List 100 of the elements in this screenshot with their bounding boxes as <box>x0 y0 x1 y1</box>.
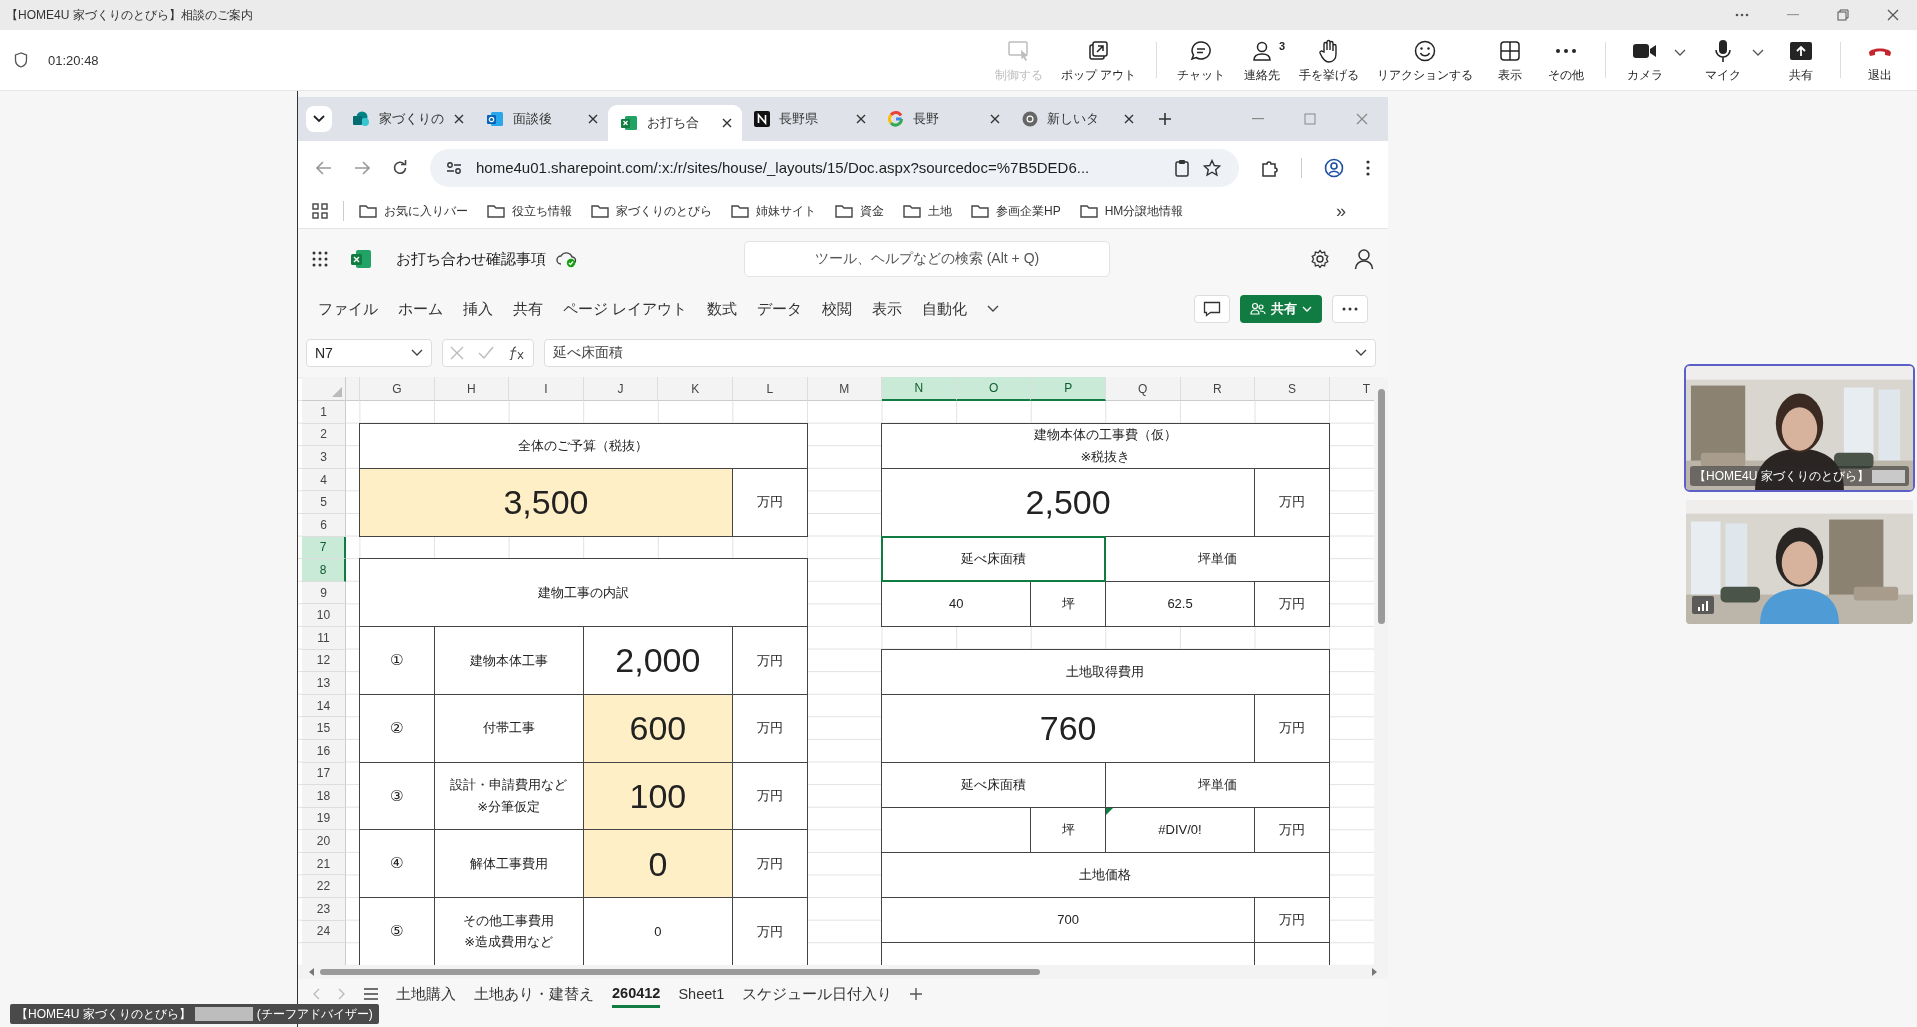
close-icon[interactable] <box>722 118 732 128</box>
share-button[interactable]: 共有 <box>1778 33 1824 87</box>
browser-tab[interactable]: 家づくりの <box>340 106 474 132</box>
column-header[interactable]: I <box>509 377 584 401</box>
reaction-button[interactable]: リアクションする <box>1373 33 1477 87</box>
leave-button[interactable]: 退出 <box>1857 33 1903 87</box>
ribbon-tab[interactable]: ファイル <box>318 299 378 319</box>
ribbon-tab[interactable]: データ <box>757 299 803 319</box>
account-icon[interactable] <box>1354 248 1374 270</box>
row-header[interactable]: 2 <box>302 423 346 447</box>
browser-tab[interactable]: 面談後 <box>474 106 608 132</box>
row-header[interactable]: 17 <box>302 762 346 786</box>
dropdown-caret-icon[interactable] <box>1752 49 1764 57</box>
profile-icon[interactable] <box>1324 157 1344 178</box>
close-icon[interactable] <box>856 114 866 124</box>
kebab-menu-icon[interactable] <box>1366 159 1370 176</box>
bookmark-star-icon[interactable] <box>1203 158 1221 177</box>
puzzle-icon[interactable] <box>1261 158 1279 177</box>
row-header[interactable]: 18 <box>302 785 346 808</box>
row-header[interactable]: 7 <box>302 536 346 560</box>
restore-icon[interactable] <box>1837 9 1849 21</box>
row-header[interactable]: 6 <box>302 513 346 537</box>
bookmark-folder[interactable]: 姉妹サイト <box>731 202 816 220</box>
bookmark-folder[interactable]: 役立ち情報 <box>487 202 572 220</box>
bookmark-folder[interactable]: HM分譲地情報 <box>1079 202 1184 220</box>
more-bookmarks-button[interactable]: » <box>1336 200 1374 222</box>
row-header[interactable]: 3 <box>302 446 346 469</box>
column-header[interactable]: P <box>1031 377 1106 401</box>
new-tab-icon[interactable] <box>1158 112 1172 126</box>
row-header[interactable]: 4 <box>302 468 346 492</box>
pop-out-button[interactable]: ポップ アウト <box>1056 33 1140 87</box>
column-header[interactable]: K <box>658 377 733 401</box>
browser-tab[interactable]: 長野 <box>876 106 1010 132</box>
app-launcher-icon[interactable] <box>312 251 328 267</box>
column-header[interactable]: R <box>1180 377 1256 401</box>
row-header[interactable]: 8 <box>302 559 346 582</box>
name-box[interactable]: N7 <box>306 339 432 367</box>
row-header[interactable]: 14 <box>302 694 346 718</box>
scrollbar-thumb[interactable] <box>1377 389 1385 624</box>
close-icon[interactable] <box>454 114 464 124</box>
ribbon-tab[interactable]: ページ レイアウト <box>563 299 688 319</box>
ribbon-tab[interactable]: 数式 <box>707 299 738 319</box>
settings-icon[interactable] <box>1310 249 1330 269</box>
sheet-tab[interactable]: Sheet1 <box>678 982 725 1006</box>
horizontal-scrollbar[interactable] <box>298 965 1388 979</box>
share-button[interactable]: 共有 <box>1240 295 1322 323</box>
ribbon-tab[interactable]: 表示 <box>872 299 903 319</box>
column-header[interactable]: M <box>807 377 883 401</box>
more-button[interactable]: その他 <box>1543 33 1589 87</box>
microphone-button[interactable]: マイク <box>1700 33 1746 87</box>
video-tile[interactable]: 【HOME4U 家づくりのとびら】 <box>1684 364 1915 492</box>
forward-icon[interactable] <box>354 160 370 175</box>
scroll-left-icon[interactable] <box>308 968 316 976</box>
sheet-tab[interactable]: 土地あり・建替え <box>474 980 594 1008</box>
column-header[interactable]: S <box>1255 377 1330 401</box>
camera-button[interactable]: カメラ <box>1622 33 1668 87</box>
column-header[interactable]: T <box>1329 377 1374 401</box>
back-icon[interactable] <box>316 160 332 175</box>
column-header[interactable]: O <box>956 377 1032 401</box>
address-bar[interactable]: home4u01.sharepoint.com/:x:/r/sites/house/_layouts/15/Doc.aspx?sourcedoc=%7B5DED6... <box>430 148 1239 187</box>
close-icon[interactable] <box>1887 9 1899 21</box>
row-header[interactable]: 21 <box>302 852 346 876</box>
row-header[interactable]: 10 <box>302 604 346 627</box>
row-header[interactable]: 24 <box>302 920 346 944</box>
browser-tab[interactable]: お打ち合 <box>608 105 742 141</box>
more-icon[interactable] <box>1735 13 1749 17</box>
browser-tab[interactable]: 新しいタ <box>1010 106 1144 132</box>
ribbon-tab[interactable]: 挿入 <box>463 299 493 319</box>
bookmark-folder[interactable]: お気に入りバー <box>359 202 468 220</box>
row-header[interactable]: 22 <box>302 875 346 899</box>
row-header[interactable]: 13 <box>302 672 346 695</box>
scroll-right-icon[interactable] <box>1370 968 1378 976</box>
sheet-tab[interactable]: 土地購入 <box>396 980 456 1008</box>
apps-grid-icon[interactable] <box>312 203 328 219</box>
bookmark-folder[interactable]: 土地 <box>903 202 952 220</box>
people-button[interactable]: 3 連絡先 <box>1239 33 1285 87</box>
column-header[interactable]: J <box>583 377 659 401</box>
chat-button[interactable]: チャット <box>1173 33 1229 87</box>
column-header[interactable]: L <box>732 377 808 401</box>
bookmark-folder[interactable]: 参画企業HP <box>971 202 1061 220</box>
ribbon-tab[interactable]: 自動化 <box>922 299 968 319</box>
close-icon[interactable] <box>1124 114 1134 124</box>
document-title[interactable]: お打ち合わせ確認事項 <box>396 249 546 269</box>
row-header[interactable]: 19 <box>302 807 346 831</box>
bookmark-folder[interactable]: 資金 <box>835 202 884 220</box>
row-header[interactable]: 23 <box>302 898 346 921</box>
column-header[interactable]: G <box>360 377 435 401</box>
menu-icon[interactable] <box>364 988 378 1000</box>
row-header[interactable]: 12 <box>302 649 346 673</box>
row-header[interactable]: 20 <box>302 830 346 853</box>
row-header[interactable]: 15 <box>302 717 346 740</box>
raise-hand-button[interactable]: 手を挙げる <box>1295 33 1363 87</box>
row-header[interactable]: 16 <box>302 739 346 763</box>
column-header[interactable]: H <box>434 377 510 401</box>
reload-icon[interactable] <box>392 159 408 176</box>
scrollbar-thumb[interactable] <box>320 969 1040 975</box>
close-icon[interactable] <box>990 114 1000 124</box>
row-header[interactable]: 5 <box>302 491 346 514</box>
column-header[interactable]: N <box>882 377 957 401</box>
ribbon-tab[interactable]: 共有 <box>513 299 543 319</box>
